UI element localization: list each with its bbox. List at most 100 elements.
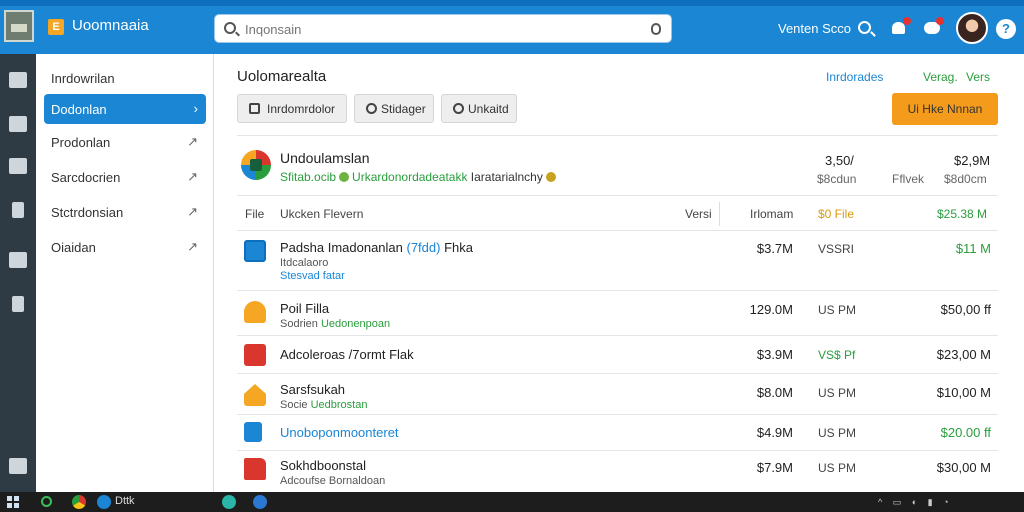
- sidebar-item-2[interactable]: Prodonlan ↗: [44, 127, 206, 157]
- row-name-highlight: (7fdd): [406, 240, 441, 255]
- top-bar: E Uoomnaaia Venten Scco ?: [0, 0, 1024, 54]
- row-subtitle-text: Sodrien: [280, 318, 318, 330]
- sidebar-item-label: Stctrdonsian: [51, 205, 124, 220]
- row-name: Padsha Imadonanlan (7fdd) Fhka: [280, 240, 473, 255]
- browser-icon[interactable]: [97, 495, 111, 509]
- column-header-total[interactable]: $25.38 M: [937, 207, 987, 221]
- sidebar-item-label: Inrdowrilan: [51, 71, 115, 86]
- row-unit: US PM: [818, 461, 857, 475]
- row-subtitle: Socie Uedbrostan: [280, 399, 367, 411]
- sidebar-item-1[interactable]: Dodonlan ›: [44, 94, 206, 124]
- blue-doc-icon: [244, 422, 262, 442]
- notifications-bell-icon[interactable]: [890, 17, 911, 37]
- home-icon: [249, 103, 260, 114]
- toolbar-button-label: Inrdomrdolor: [267, 102, 336, 116]
- page-title: Uolomarealta: [237, 68, 327, 85]
- column-header-file[interactable]: File: [245, 207, 264, 221]
- chrome-icon[interactable]: [72, 495, 86, 509]
- header-link-1[interactable]: Verag.: [923, 70, 958, 84]
- table-row[interactable]: Sokhdboonstal Adcoufse Bornaldoan $7.9M …: [237, 451, 998, 492]
- arrow-icon: ↗: [187, 134, 198, 149]
- app-icon[interactable]: [253, 495, 267, 509]
- red-box-icon: [244, 344, 266, 366]
- row-name: Poil Filla: [280, 301, 330, 316]
- row-unit: US PM: [818, 386, 857, 400]
- inbox-icon[interactable]: [9, 72, 27, 88]
- main-content: Uolomarealta Inrdorades Verag. Vers Inrd…: [215, 54, 1024, 492]
- column-header-price[interactable]: $0 File: [818, 207, 854, 221]
- summary-sub-green-2: Urkardonordadeatakk: [352, 170, 468, 184]
- sidebar-item-label: Oiaidan: [51, 240, 96, 255]
- header-link-0[interactable]: Inrdorades: [826, 70, 883, 84]
- toolbar-button-1[interactable]: Stidager: [354, 94, 434, 123]
- column-header-name[interactable]: Ukcken Flevern: [280, 207, 363, 221]
- table-row[interactable]: Sarsfsukah Socie Uedbrostan $8.0M US PM …: [237, 374, 998, 415]
- taskbar-search-icon[interactable]: [41, 496, 52, 507]
- messages-chat-icon[interactable]: [923, 17, 944, 37]
- toolbar-button-label: Unkaitd: [468, 102, 509, 116]
- system-tray-icons[interactable]: ^ ▭ ◐ ▮ ◔: [878, 497, 953, 508]
- row-subtitle-highlight: Uedonenpoan: [320, 318, 391, 330]
- edge-icon[interactable]: [222, 495, 236, 509]
- sidebar-item-5[interactable]: Oiaidan ↗: [44, 232, 206, 262]
- column-header-size[interactable]: Irlomam: [750, 207, 793, 221]
- sidebar-item-3[interactable]: Sarcdocrien ↗: [44, 162, 206, 192]
- row-subtitle-2: Stesvad fatar: [280, 270, 345, 282]
- app-thumbnail-icon[interactable]: [4, 10, 34, 42]
- summary-tag: Iaratarialnchy: [470, 170, 543, 184]
- sidebar: Inrdowrilan Dodonlan › Prodonlan ↗ Sarcd…: [36, 54, 214, 492]
- tools-icon[interactable]: [12, 296, 24, 312]
- help-icon[interactable]: ?: [996, 19, 1016, 39]
- table-row[interactable]: Unoboponmoonteret $4.9M US PM $20.00 ff: [237, 415, 998, 451]
- user-avatar[interactable]: [956, 12, 988, 44]
- message-dot: [936, 17, 944, 25]
- search-icon: [224, 22, 236, 34]
- summary-value-1-sub: $8cdun: [817, 172, 857, 186]
- windows-start-icon[interactable]: [7, 496, 19, 508]
- row-total: $20.00 ff: [940, 425, 991, 440]
- toolbar-button-2[interactable]: Unkaitd: [441, 94, 517, 123]
- row-name: Adcoleroas /7ormt Flak: [280, 347, 414, 362]
- sidebar-item-4[interactable]: Stctrdonsian ↗: [44, 197, 206, 227]
- status-dot-icon: [339, 172, 350, 182]
- search-box[interactable]: [214, 14, 672, 43]
- mail-icon[interactable]: [9, 116, 27, 132]
- row-subtitle-text: Socie: [280, 399, 308, 411]
- table-row[interactable]: Poil Filla Sodrien Uedonenpoan 129.0M US…: [237, 291, 998, 336]
- summary-value-2-sub: $8d0cm: [944, 172, 987, 186]
- arrow-icon: ↗: [187, 204, 198, 219]
- summary-logo-icon: [241, 150, 271, 180]
- primary-action-button[interactable]: Ui Hke Nnnan: [892, 93, 998, 125]
- briefcase-icon[interactable]: [9, 158, 27, 174]
- header-link-2[interactable]: Vers: [966, 70, 990, 84]
- row-total: $10,00 M: [936, 385, 991, 400]
- table-header: File Ukcken Flevern Versi Irlomam $0 Fil…: [237, 195, 998, 231]
- sidebar-item-0[interactable]: Inrdowrilan: [44, 63, 206, 93]
- microphone-icon[interactable]: [651, 23, 661, 35]
- row-name: Sokhdboonstal: [280, 458, 367, 473]
- summary-subtitle: Sfitab.ocib Urkardonordadeatakk Iarataria…: [280, 170, 556, 184]
- column-header-version[interactable]: Versi: [685, 207, 712, 221]
- orange-house-icon: [244, 384, 266, 406]
- column-divider: [719, 202, 720, 226]
- row-subtitle: Adcoufse Bornaldoan: [280, 475, 386, 487]
- row-total: $30,00 M: [936, 460, 991, 475]
- summary-sub-green: Sfitab.ocib: [280, 170, 337, 184]
- toolbar-button-label: Stidager: [381, 102, 426, 116]
- taskbar-label[interactable]: Dttk: [115, 495, 135, 507]
- row-size: $3.7M: [756, 241, 793, 256]
- top-search-icon[interactable]: [858, 21, 871, 34]
- info-icon: [453, 103, 464, 114]
- toolbar-button-0[interactable]: Inrdomrdolor: [237, 94, 347, 123]
- summary-card: Undoulamslan Sfitab.ocib Urkardonordadeat…: [237, 135, 998, 195]
- blue-box-icon: [244, 240, 266, 262]
- top-nav-link[interactable]: Venten Scco: [778, 21, 851, 36]
- brand-name: Uoomnaaia: [72, 17, 149, 34]
- table-row[interactable]: Adcoleroas /7ormt Flak $3.9M VS$ Pf $23,…: [237, 336, 998, 374]
- row-name-tail: Fhka: [444, 240, 473, 255]
- brush-icon[interactable]: [12, 202, 24, 218]
- table-row[interactable]: Padsha Imadonanlan (7fdd) Fhka Itdcalaor…: [237, 231, 998, 291]
- upload-icon[interactable]: [9, 252, 27, 268]
- gift-icon[interactable]: [9, 458, 27, 474]
- search-input[interactable]: [245, 19, 645, 39]
